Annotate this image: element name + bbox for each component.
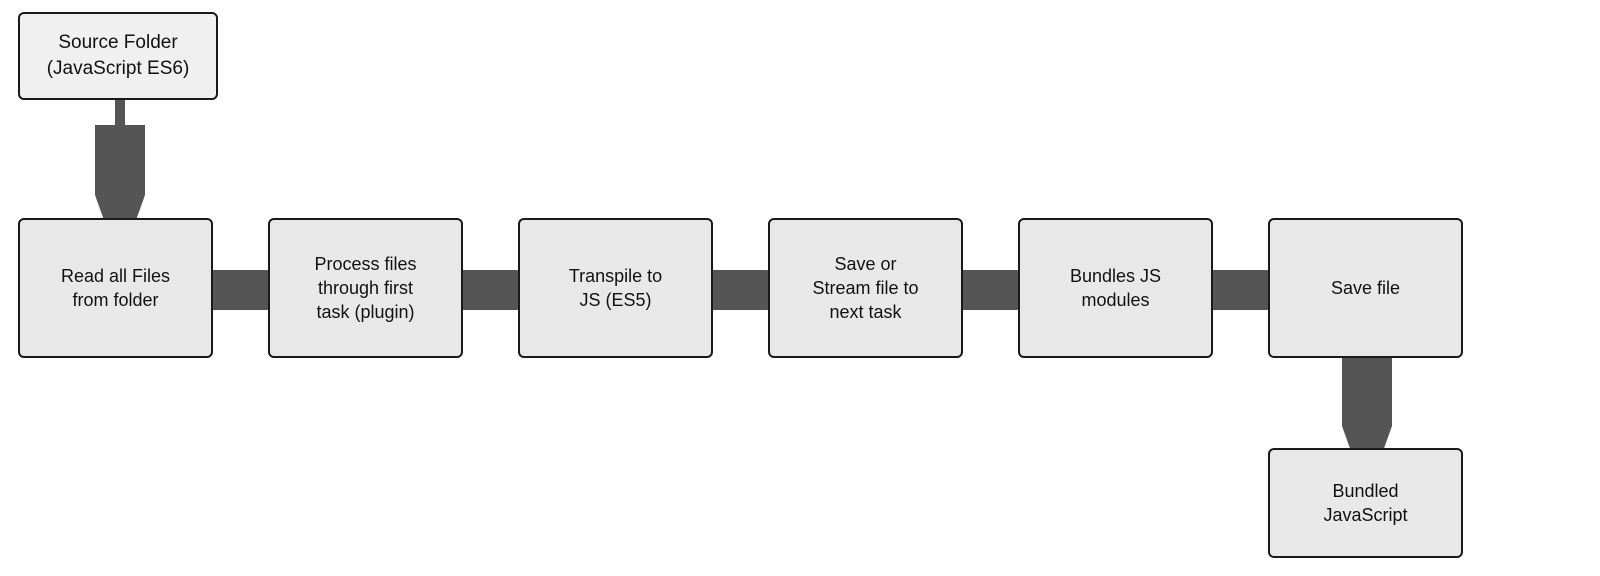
box-save-stream: Save orStream file tonext task — [768, 218, 963, 358]
arrow-right-5 — [1213, 270, 1268, 310]
arrow-right-4 — [963, 270, 1018, 310]
arrow-down-2 — [1342, 358, 1392, 448]
box-transpile: Transpile toJS (ES5) — [518, 218, 713, 358]
box-save-file-label: Save file — [1331, 276, 1400, 300]
box-bundled-js-label: BundledJavaScript — [1323, 479, 1407, 528]
arrow-right-3 — [713, 270, 768, 310]
arrow-right-1 — [213, 270, 268, 310]
box-source-folder-label: Source Folder (JavaScript ES6) — [32, 30, 204, 81]
box-save-file: Save file — [1268, 218, 1463, 358]
arrow-right-2 — [463, 270, 518, 310]
diagram: Source Folder (JavaScript ES6) Read all … — [0, 0, 1600, 576]
box-source-folder: Source Folder (JavaScript ES6) — [18, 12, 218, 100]
box-process-files-label: Process filesthrough firsttask (plugin) — [314, 252, 416, 325]
box-bundles: Bundles JSmodules — [1018, 218, 1213, 358]
arrow-down-1 — [95, 100, 145, 218]
box-save-stream-label: Save orStream file tonext task — [812, 252, 918, 325]
box-bundles-label: Bundles JSmodules — [1070, 264, 1161, 313]
box-bundled-js: BundledJavaScript — [1268, 448, 1463, 558]
box-transpile-label: Transpile toJS (ES5) — [569, 264, 662, 313]
box-read-files-label: Read all Filesfrom folder — [61, 264, 170, 313]
box-process-files: Process filesthrough firsttask (plugin) — [268, 218, 463, 358]
box-read-files: Read all Filesfrom folder — [18, 218, 213, 358]
